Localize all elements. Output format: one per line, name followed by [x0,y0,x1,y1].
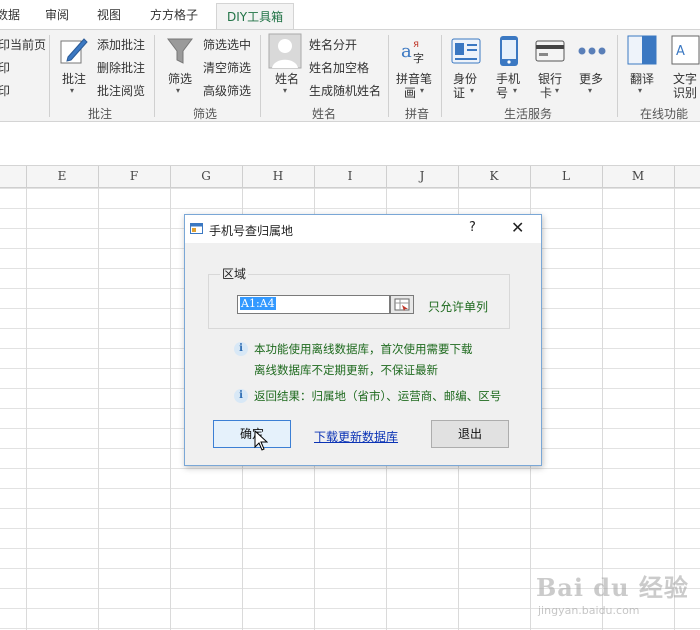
app-window-icon [190,223,203,234]
svg-text:字: 字 [413,51,424,65]
help-button[interactable]: ? [469,220,476,235]
info-icon-2: i [234,389,248,403]
name-add-space-button[interactable]: 姓名加空格 [309,59,369,76]
id-card-dropdown-caret[interactable]: ▾ [470,86,474,95]
print-button-2[interactable]: 打印 [0,82,10,99]
print-current-page-button[interactable]: 打印当前页 [0,36,46,53]
filter-dropdown-caret[interactable]: ▾ [176,86,180,95]
column-header-l[interactable]: L [530,169,602,183]
review-comment-button[interactable]: 批注阅览 [97,82,145,99]
column-header-j[interactable]: J [386,169,458,183]
dialog-title: 手机号查归属地 [209,224,294,238]
delete-comment-button[interactable]: 删除批注 [97,59,145,76]
bank-card-label-2[interactable]: 卡 [540,84,552,101]
mouse-pointer-icon [254,430,268,451]
name-big-label[interactable]: 姓名 [275,70,299,87]
tab-data[interactable]: 数据 [0,6,20,23]
svg-text:a: a [401,41,412,62]
group-label-online: 在线功能 [640,107,689,121]
mobile-dropdown-caret[interactable]: ▾ [513,86,517,95]
clear-filter-button[interactable]: 清空筛选 [203,59,251,76]
column-header-g[interactable]: G [170,169,242,183]
range-picker-icon [394,298,410,311]
translate-label[interactable]: 翻译 [630,70,654,87]
tab-review[interactable]: 审阅 [45,6,69,23]
comment-dropdown-caret[interactable]: ▾ [70,86,74,95]
print-button-1[interactable]: 打印 [0,59,10,76]
range-value: A1:A4 [240,297,276,310]
column-header-k[interactable]: K [458,169,530,183]
info-icon-1: i [234,342,248,356]
translate-icon[interactable] [627,35,657,65]
info-text-line-2: 离线数据库不定期更新，不保证最新 [254,363,438,377]
tab-view[interactable]: 视图 [97,6,121,23]
pinyin-icon[interactable]: a я 字 [400,35,430,65]
comment-pen-icon[interactable] [58,35,90,67]
column-headers: E F G H I J K L M [0,166,700,188]
formula-bar-area [0,122,700,166]
filter-funnel-icon[interactable] [166,36,194,66]
svg-text:A: A [676,44,685,59]
id-card-icon[interactable] [451,38,481,64]
ocr-label-2[interactable]: 识别 [673,84,697,101]
info-text-result: 返回结果：归属地（省市）、运营商、邮编、区号 [254,389,502,403]
exit-button[interactable]: 退出 [431,420,509,448]
single-column-note: 只允许单列 [428,300,489,314]
filter-big-label[interactable]: 筛选 [168,70,192,87]
id-card-label-2[interactable]: 证 [453,84,465,101]
add-comment-button[interactable]: 添加批注 [97,36,145,53]
name-dropdown-caret[interactable]: ▾ [283,86,287,95]
ribbon-tabs: 数据 审阅 视图 方方格子 DIY工具箱 [0,0,700,30]
range-input[interactable]: A1:A4 [237,295,390,314]
ocr-icon[interactable]: A [671,35,700,65]
column-header-e[interactable]: E [26,169,98,183]
more-dots-icon[interactable] [577,46,607,56]
range-picker-button[interactable] [390,295,414,314]
watermark-main: Bai du 经验 [536,573,689,602]
ribbon: 打印当前页 打印 打印 批注 ▾ 添加批注 删除批注 批注阅览 批注 筛选 ▾ … [0,29,700,122]
column-header-f[interactable]: F [98,169,170,183]
group-label-filter: 筛选 [193,107,218,121]
phone-lookup-dialog: 手机号查归属地 ? ✕ 区域 A1:A4 只允许单列 i 本功能使用离线数据库，… [184,214,542,466]
group-label-name: 姓名 [312,107,337,121]
svg-text:я: я [413,39,419,50]
group-label-pinyin: 拼音 [405,107,430,121]
close-icon[interactable]: ✕ [511,218,524,237]
more-label[interactable]: 更多 [579,70,603,87]
tab-diy-toolbox[interactable]: DIY工具箱 [216,3,295,30]
watermark-sub: jingyan.baidu.com [538,604,640,617]
range-legend: 区域 [220,265,249,282]
column-header-i[interactable]: I [314,169,386,183]
comment-big-label[interactable]: 批注 [62,70,86,87]
bank-card-dropdown-caret[interactable]: ▾ [555,86,559,95]
person-avatar-icon[interactable] [268,33,302,69]
dialog-titlebar[interactable]: 手机号查归属地 ? ✕ [185,215,541,243]
column-header-m[interactable]: M [602,169,674,183]
pinyin-dropdown-caret[interactable]: ▾ [420,86,424,95]
ok-button[interactable]: 确定 [213,420,291,448]
bank-card-icon[interactable] [535,40,565,62]
mobile-phone-icon[interactable] [499,35,519,67]
download-database-link[interactable]: 下载更新数据库 [314,428,398,445]
tab-fangfang[interactable]: 方方格子 [150,6,198,23]
advanced-filter-button[interactable]: 高级筛选 [203,82,251,99]
info-text-line-1: 本功能使用离线数据库，首次使用需要下载 [254,342,473,356]
column-header-h[interactable]: H [242,169,314,183]
split-name-button[interactable]: 姓名分开 [309,36,357,53]
translate-dropdown-caret[interactable]: ▾ [638,86,642,95]
baidu-watermark: Bai du 经验 jingyan.baidu.com [528,560,698,628]
pinyin-stroke-label-2[interactable]: 画 [404,84,416,101]
group-label-comment: 批注 [88,107,113,121]
group-label-life-services: 生活服务 [504,107,553,121]
mobile-label-2[interactable]: 号 [496,84,508,101]
more-dropdown-caret[interactable]: ▾ [588,86,592,95]
random-name-button[interactable]: 生成随机姓名 [309,82,381,99]
filter-selected-button[interactable]: 筛选选中 [203,36,251,53]
